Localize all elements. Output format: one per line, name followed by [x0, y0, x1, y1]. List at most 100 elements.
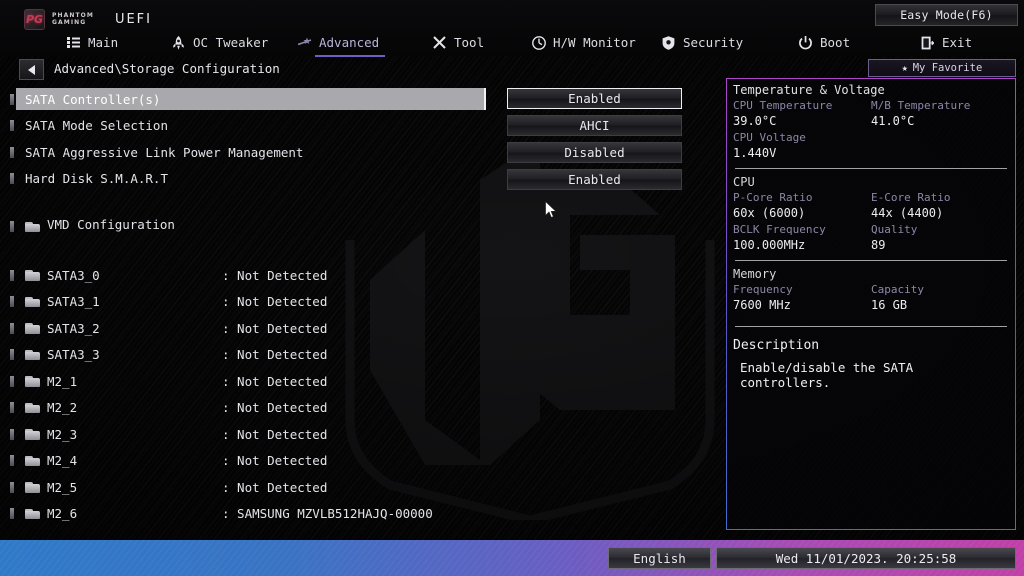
device-row-sata3-0[interactable]: SATA3_0 : Not Detected: [0, 262, 712, 289]
device-row-m2-4[interactable]: M2_4 : Not Detected: [0, 448, 712, 475]
setting-label: Hard Disk S.M.A.R.T: [25, 171, 168, 187]
tab-exit[interactable]: Exit: [918, 29, 974, 56]
device-row-m2-5[interactable]: M2_5 : Not Detected: [0, 474, 712, 501]
device-row-sata3-2[interactable]: SATA3_2 : Not Detected: [0, 315, 712, 342]
setting-label: SATA Controller(s): [25, 91, 161, 107]
shield-icon: [661, 35, 676, 50]
memory-frequency-label: Frequency: [733, 283, 793, 296]
device-row-m2-1[interactable]: M2_1 : Not Detected: [0, 368, 712, 395]
device-row-sata3-1[interactable]: SATA3_1 : Not Detected: [0, 289, 712, 316]
language-button[interactable]: English: [608, 547, 711, 569]
row-bullet-icon: [10, 269, 14, 281]
device-value: : Not Detected: [222, 347, 328, 363]
tab-boot[interactable]: Boot: [796, 29, 852, 56]
setting-label: SATA Aggressive Link Power Management: [25, 144, 304, 160]
my-favorite-label: My Favorite: [912, 62, 983, 74]
back-arrow-icon[interactable]: [19, 59, 44, 80]
folder-icon: [25, 482, 40, 493]
device-name: SATA3_2: [47, 320, 100, 336]
bios-screen: PG PHANTOM GAMING UEFI Easy Mode(F6) Mai: [0, 0, 1024, 576]
tab-security[interactable]: Security: [659, 29, 745, 56]
folder-icon: [25, 508, 40, 520]
row-bullet-icon: [10, 455, 14, 467]
submenu-label: VMD Configuration: [47, 217, 175, 232]
device-name: SATA3_1: [47, 294, 100, 310]
list-icon: [66, 35, 81, 50]
description-title: Description: [733, 338, 820, 353]
device-value: : Not Detected: [222, 479, 328, 495]
tab-hw-monitor-label: H/W Monitor: [553, 35, 636, 50]
folder-icon: [25, 323, 40, 334]
submenu-row-vmd-configuration[interactable]: VMD Configuration: [0, 192, 712, 236]
device-value: : Not Detected: [222, 373, 328, 389]
memory-capacity-label: Capacity: [871, 283, 924, 296]
device-name: M2_2: [47, 400, 78, 416]
device-value: : Not Detected: [222, 320, 328, 336]
device-name: M2_3: [47, 426, 78, 442]
row-bullet-icon: [10, 146, 14, 158]
row-bullet-icon: [10, 173, 14, 185]
pcore-ratio-label: P-Core Ratio: [733, 191, 813, 204]
device-row-sata3-3[interactable]: SATA3_3 : Not Detected: [0, 342, 712, 369]
value-button-sata-aggressive-link-power-management[interactable]: Disabled: [507, 142, 682, 163]
device-name: M2_6: [47, 506, 78, 522]
device-row-m2-2[interactable]: M2_2 : Not Detected: [0, 395, 712, 422]
memory-row: Frequency 7600 MHz Capacity 16 GB: [733, 282, 1009, 313]
mb-temperature-label: M/B Temperature: [871, 99, 971, 112]
power-icon: [798, 35, 813, 50]
cpu-voltage-value: 1.440V: [733, 146, 777, 160]
row-bullet-icon: [10, 296, 14, 308]
cpu-voltage-label: CPU Voltage: [733, 131, 806, 144]
tools-icon: [432, 35, 447, 50]
voltage-pair-row: CPU Voltage 1.440V: [733, 130, 1009, 161]
row-bullet-icon: [10, 402, 14, 414]
device-name: M2_4: [47, 453, 78, 469]
tab-hw-monitor[interactable]: H/W Monitor: [529, 29, 638, 56]
section-divider-1: [735, 168, 1007, 169]
memory-section-title: Memory: [733, 267, 777, 281]
folder-icon: [25, 270, 40, 281]
row-bullet-icon: [10, 120, 14, 132]
brand-line-2: GAMING: [52, 18, 87, 26]
row-bullet-icon: [10, 481, 14, 493]
tab-boot-label: Boot: [820, 35, 851, 50]
my-favorite-button[interactable]: ★ My Favorite: [868, 59, 1016, 77]
value-button-sata-mode-selection[interactable]: AHCI: [507, 115, 682, 136]
device-value: : Not Detected: [222, 453, 328, 469]
device-row-m2-3[interactable]: M2_3 : Not Detected: [0, 421, 712, 448]
description-text: Enable/disable the SATA controllers.: [740, 360, 914, 390]
tab-exit-label: Exit: [942, 35, 973, 50]
row-bullet-icon: [10, 221, 14, 232]
star-icon: ★: [901, 62, 908, 74]
uefi-label: UEFI: [114, 12, 152, 27]
pcore-ratio-value: 60x (6000): [733, 206, 806, 220]
folder-icon: [25, 376, 40, 387]
tab-oc-tweaker[interactable]: OC Tweaker: [169, 29, 270, 56]
datetime-display[interactable]: Wed 11/01/2023. 20:25:58: [716, 547, 1016, 569]
tab-main[interactable]: Main: [64, 29, 120, 56]
breadcrumb-path: Advanced\Storage Configuration: [54, 61, 280, 76]
phantom-gaming-icon: PG: [24, 9, 45, 30]
ecore-ratio-label: E-Core Ratio: [871, 191, 951, 204]
tab-oc-tweaker-label: OC Tweaker: [193, 35, 269, 50]
exit-icon: [920, 35, 935, 50]
header-bar: PG PHANTOM GAMING UEFI Easy Mode(F6) Mai: [0, 0, 1024, 57]
row-bullet-icon: [10, 428, 14, 440]
bclk-quality-row: BCLK Frequency 100.000MHz Quality 89: [733, 222, 1009, 253]
device-row-m2-6[interactable]: M2_6 : SAMSUNG MZVLB512HAJQ-00000: [0, 501, 712, 528]
folder-icon: [25, 221, 40, 232]
bclk-frequency-value: 100.000MHz: [733, 238, 806, 252]
value-button-hard-disk-smart[interactable]: Enabled: [507, 169, 682, 190]
gauge-icon: [531, 35, 546, 50]
row-bullet-icon: [10, 375, 14, 387]
tab-main-label: Main: [88, 35, 119, 50]
device-value: : Not Detected: [222, 426, 328, 442]
easy-mode-button[interactable]: Easy Mode(F6): [875, 4, 1018, 26]
tab-tool[interactable]: Tool: [430, 29, 486, 56]
core-ratio-row: P-Core Ratio 60x (6000) E-Core Ratio 44x…: [733, 190, 1009, 221]
value-button-sata-controllers[interactable]: Enabled: [507, 88, 682, 109]
tab-advanced[interactable]: Advanced: [295, 29, 386, 57]
tab-tool-label: Tool: [454, 35, 485, 50]
row-bullet-icon: [10, 93, 14, 105]
ecore-ratio-value: 44x (4400): [871, 206, 944, 220]
